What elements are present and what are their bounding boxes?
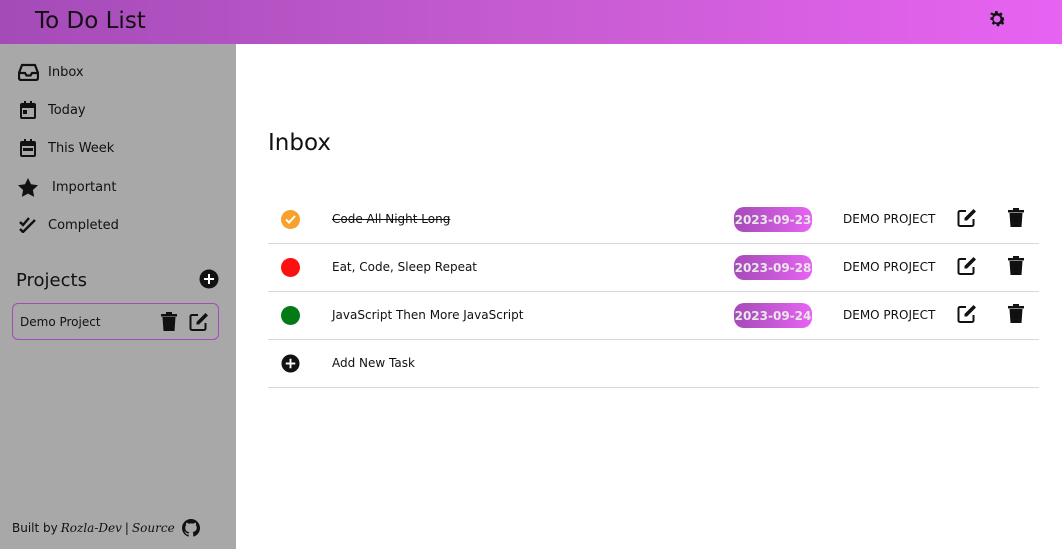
settings-gear-icon[interactable] <box>986 8 1008 30</box>
add-task-label: Add New Task <box>332 356 415 370</box>
app-header: To Do List <box>0 0 1062 44</box>
sidebar-item-important[interactable]: Important <box>17 174 116 200</box>
github-icon[interactable] <box>181 519 200 537</box>
inbox-icon <box>17 61 39 83</box>
task-due-date: 2023-09-28 <box>734 255 812 280</box>
task-row: Eat, Code, Sleep Repeat 2023-09-28 DEMO … <box>268 244 1039 292</box>
edit-icon[interactable] <box>188 311 210 333</box>
built-by-text: Built by <box>12 521 58 535</box>
add-project-plus-icon[interactable] <box>199 269 219 289</box>
edit-icon[interactable] <box>957 208 979 230</box>
task-row: JavaScript Then More JavaScript 2023-09-… <box>268 292 1039 340</box>
edit-icon[interactable] <box>957 304 979 326</box>
projects-heading: Projects <box>16 270 87 291</box>
sidebar-item-this-week[interactable]: This Week <box>17 135 114 161</box>
completed-check-icon[interactable] <box>281 210 300 229</box>
trash-icon[interactable] <box>1008 208 1028 230</box>
app-title: To Do List <box>35 8 146 34</box>
trash-icon[interactable] <box>1008 304 1028 326</box>
sidebar-item-label: Inbox <box>48 64 84 80</box>
project-item-demo-project[interactable]: Demo Project <box>12 303 219 340</box>
edit-icon[interactable] <box>957 256 979 278</box>
author-link[interactable]: Rozla-Dev <box>61 521 122 535</box>
task-project: DEMO PROJECT <box>843 212 936 226</box>
footer-separator: | <box>124 521 129 535</box>
task-title[interactable]: Code All Night Long <box>332 212 450 226</box>
sidebar-item-label: Today <box>48 102 86 118</box>
status-circle-icon[interactable] <box>281 258 300 277</box>
double-check-icon <box>17 214 39 236</box>
star-icon <box>17 176 39 198</box>
footer: Built by Rozla-Dev | Source <box>12 519 200 537</box>
sidebar-item-today[interactable]: Today <box>17 97 86 123</box>
task-due-date: 2023-09-24 <box>734 303 812 328</box>
sidebar-item-label: Completed <box>48 217 119 233</box>
sidebar: Inbox Today This Week Important Complete… <box>0 44 236 549</box>
sidebar-item-completed[interactable]: Completed <box>17 212 119 238</box>
add-task-button[interactable]: Add New Task <box>268 340 1039 388</box>
task-due-date: 2023-09-23 <box>734 207 812 232</box>
task-row: Code All Night Long 2023-09-23 DEMO PROJ… <box>268 196 1039 244</box>
sidebar-item-inbox[interactable]: Inbox <box>17 59 84 85</box>
status-circle-icon[interactable] <box>281 306 300 325</box>
task-list: Code All Night Long 2023-09-23 DEMO PROJ… <box>268 196 1039 388</box>
task-title[interactable]: Eat, Code, Sleep Repeat <box>332 260 477 274</box>
sidebar-item-label: Important <box>52 179 117 195</box>
trash-icon[interactable] <box>1008 256 1028 278</box>
page-title: Inbox <box>268 130 331 156</box>
trash-icon[interactable] <box>158 311 180 333</box>
calendar-week-icon <box>17 137 39 159</box>
task-project: DEMO PROJECT <box>843 260 936 274</box>
main-content: Inbox Code All Night Long 2023-09-23 DEM… <box>236 44 1062 549</box>
calendar-day-icon <box>17 99 39 121</box>
project-name: Demo Project <box>20 314 101 329</box>
task-title[interactable]: JavaScript Then More JavaScript <box>332 308 523 322</box>
task-project: DEMO PROJECT <box>843 308 936 322</box>
add-task-plus-icon <box>281 354 300 373</box>
source-link[interactable]: Source <box>132 521 175 535</box>
sidebar-item-label: This Week <box>48 140 115 156</box>
